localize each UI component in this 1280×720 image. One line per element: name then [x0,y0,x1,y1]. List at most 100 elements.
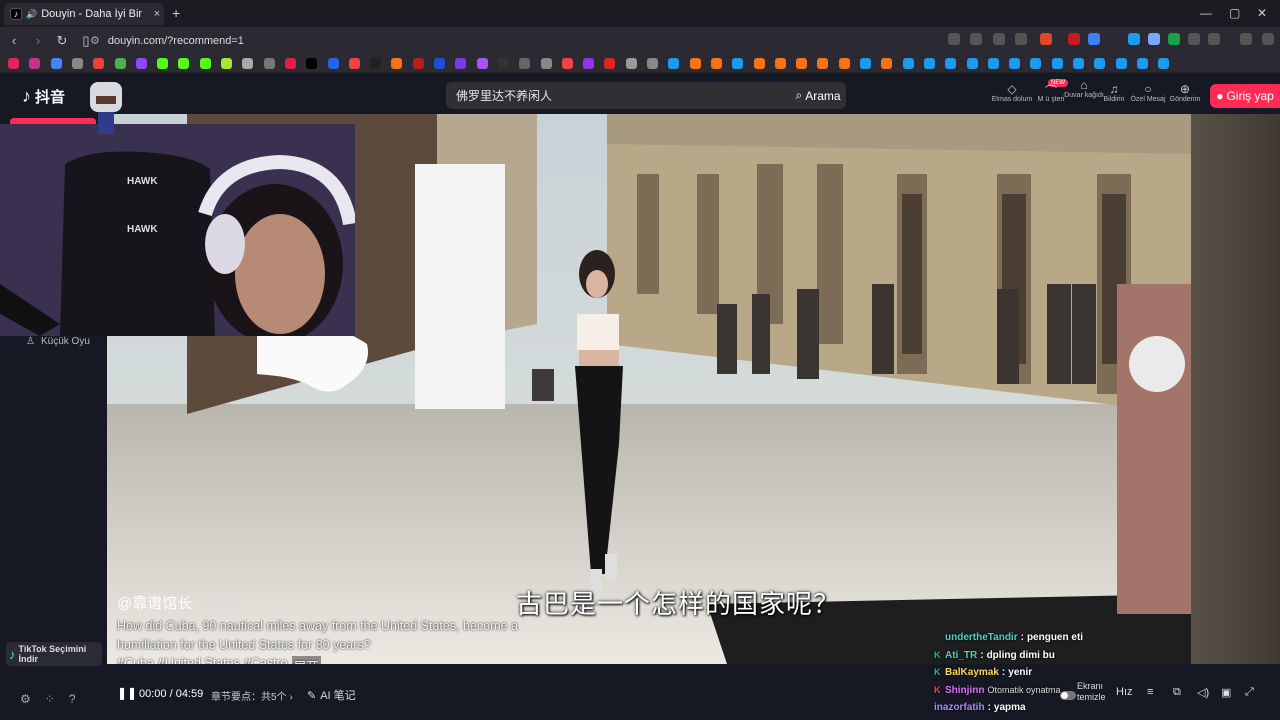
bookmark-favicon-icon[interactable] [1073,58,1084,69]
bookmark-favicon-icon[interactable] [710,58,722,69]
tiktok-download-promo[interactable]: ♪ TikTok Seçimini İndir [6,642,102,666]
bookmark-favicon-icon[interactable] [29,58,41,69]
chapters-button[interactable]: 章节要点：共5个 › [211,688,293,703]
pause-button[interactable]: ❚❚ [117,686,137,700]
bookmark-favicon-icon[interactable] [1030,58,1042,69]
sidebar-icon[interactable] [1208,33,1220,45]
search-input[interactable]: 佛罗里达不养闲人 [446,87,792,104]
settings-icon[interactable]: ⚙ [20,692,31,706]
bookmark-favicon-icon[interactable] [327,58,339,69]
bookmark-favicon-icon[interactable] [135,58,147,69]
bookmark-favicon-icon[interactable] [1115,58,1127,69]
bookmark-favicon-icon[interactable] [796,58,808,69]
fullscreen-icon[interactable]: ⤢ [1245,686,1254,699]
extension-icon[interactable] [1168,33,1180,45]
bookmark-favicon-icon[interactable] [561,58,573,69]
playlist-icon[interactable]: ≡ [1147,686,1153,698]
bookmark-favicon-icon[interactable] [860,58,871,69]
cast-icon[interactable] [993,33,1005,45]
share-icon[interactable] [1015,33,1027,45]
bookmark-favicon-icon[interactable] [902,58,914,69]
bookmark-favicon-icon[interactable] [434,58,445,69]
bookmark-favicon-icon[interactable] [838,58,850,69]
bookmark-favicon-icon[interactable] [923,58,935,69]
bookmark-favicon-icon[interactable] [178,58,190,69]
bookmark-favicon-icon[interactable] [774,58,786,69]
translate-icon[interactable] [970,33,982,45]
bookmark-favicon-icon[interactable] [370,58,382,69]
bookmark-favicon-icon[interactable] [1136,58,1148,69]
minimize-button[interactable]: — [1200,6,1212,20]
bookmark-favicon-icon[interactable] [647,58,658,69]
puzzle-icon[interactable] [1188,33,1200,45]
bookmark-favicon-icon[interactable] [604,58,616,69]
search-button[interactable]: ⌕ Arama [792,84,844,107]
bookmark-favicon-icon[interactable] [348,58,360,69]
bookmark-favicon-icon[interactable] [391,58,403,69]
bookmark-favicon-icon[interactable] [945,58,957,69]
bookmark-favicon-icon[interactable] [263,58,275,69]
new-tab-button[interactable]: + [172,5,180,21]
bookmark-favicon-icon[interactable] [583,58,595,69]
ai-note-button[interactable]: ✎ AI 笔记 [307,687,356,703]
bookmark-favicon-icon[interactable] [881,58,893,69]
extension-icon[interactable] [1088,33,1100,45]
bookmark-favicon-icon[interactable] [71,58,83,69]
bookmark-favicon-icon[interactable] [732,58,744,69]
bookmark-favicon-icon[interactable] [668,58,680,69]
bookmark-favicon-icon[interactable] [966,58,978,69]
bookmark-favicon-icon[interactable] [1158,58,1170,69]
bookmark-favicon-icon[interactable] [412,58,424,69]
bookmark-favicon-icon[interactable] [242,58,254,69]
bookmark-favicon-icon[interactable] [221,58,232,69]
bookmark-favicon-icon[interactable] [476,58,488,69]
bookmark-favicon-icon[interactable] [157,58,169,69]
brave-shield-icon[interactable] [1040,33,1052,45]
site-settings-icon[interactable]: ⚙ [90,34,100,47]
bookmark-favicon-icon[interactable] [8,58,19,69]
bookmark-favicon-icon[interactable] [199,58,211,69]
bookmark-favicon-icon[interactable] [50,58,62,69]
maximize-button[interactable]: ▢ [1229,6,1240,20]
forward-icon[interactable]: › [28,33,48,48]
bookmark-favicon-icon[interactable] [540,58,552,69]
bookmark-favicon-icon[interactable] [1051,58,1063,69]
volume-icon[interactable]: ◁) [1197,686,1209,699]
bookmark-favicon-icon[interactable] [497,58,509,69]
browser-tab[interactable]: ♪ 🔊 Douyin - Daha İyi Bir Hayat K × [4,3,164,25]
extension-icon[interactable] [1128,33,1140,45]
grid-icon[interactable]: ⁘ [45,692,55,706]
extension-icon[interactable] [1148,33,1160,45]
bookmark-favicon-icon[interactable] [689,58,701,69]
bookmark-favicon-icon[interactable] [753,58,765,69]
web-fullscreen-icon[interactable]: ▣ [1221,686,1231,699]
tab-close-button[interactable]: × [150,8,164,20]
menu-icon[interactable] [1262,33,1274,45]
ublock-icon[interactable] [1068,33,1080,45]
picture-in-picture-icon[interactable]: ⧉ [1173,686,1181,699]
bookmark-favicon-icon[interactable] [455,58,467,69]
sidebar-item-small-games[interactable]: ♙ Küçük Oyu [26,336,90,347]
bookmark-favicon-icon[interactable] [114,58,126,69]
bookmark-favicon-icon[interactable] [625,58,637,69]
bookmark-favicon-icon[interactable] [306,58,318,69]
bookmark-favicon-icon[interactable] [817,58,829,69]
close-window-button[interactable]: ✕ [1257,6,1267,20]
bookmark-favicon-icon[interactable] [519,58,531,69]
bookmark-favicon-icon[interactable] [987,58,999,69]
bookmark-favicon-icon[interactable] [1009,58,1021,69]
back-icon[interactable]: ‹ [4,33,24,48]
author-name[interactable]: @靠谱馆长 [117,592,192,613]
upload-button[interactable]: ⊕ Gönderim [1159,82,1211,103]
playlist-icon[interactable] [1240,33,1252,45]
reload-icon[interactable]: ↻ [52,33,72,49]
url-field[interactable]: ⚙ douyin.com/?recommend=1 [90,31,940,50]
douyin-logo[interactable]: ♪ 抖音 [22,86,65,107]
chat-text: yenir [1008,667,1033,678]
bookmark-favicon-icon[interactable] [1094,58,1106,69]
bookmark-favicon-icon[interactable] [93,58,105,69]
help-icon[interactable]: ? [69,692,76,706]
login-button[interactable]: ● Giriş yap [1210,84,1280,108]
translate-off-icon[interactable] [948,33,960,45]
bookmark-favicon-icon[interactable] [284,58,296,69]
